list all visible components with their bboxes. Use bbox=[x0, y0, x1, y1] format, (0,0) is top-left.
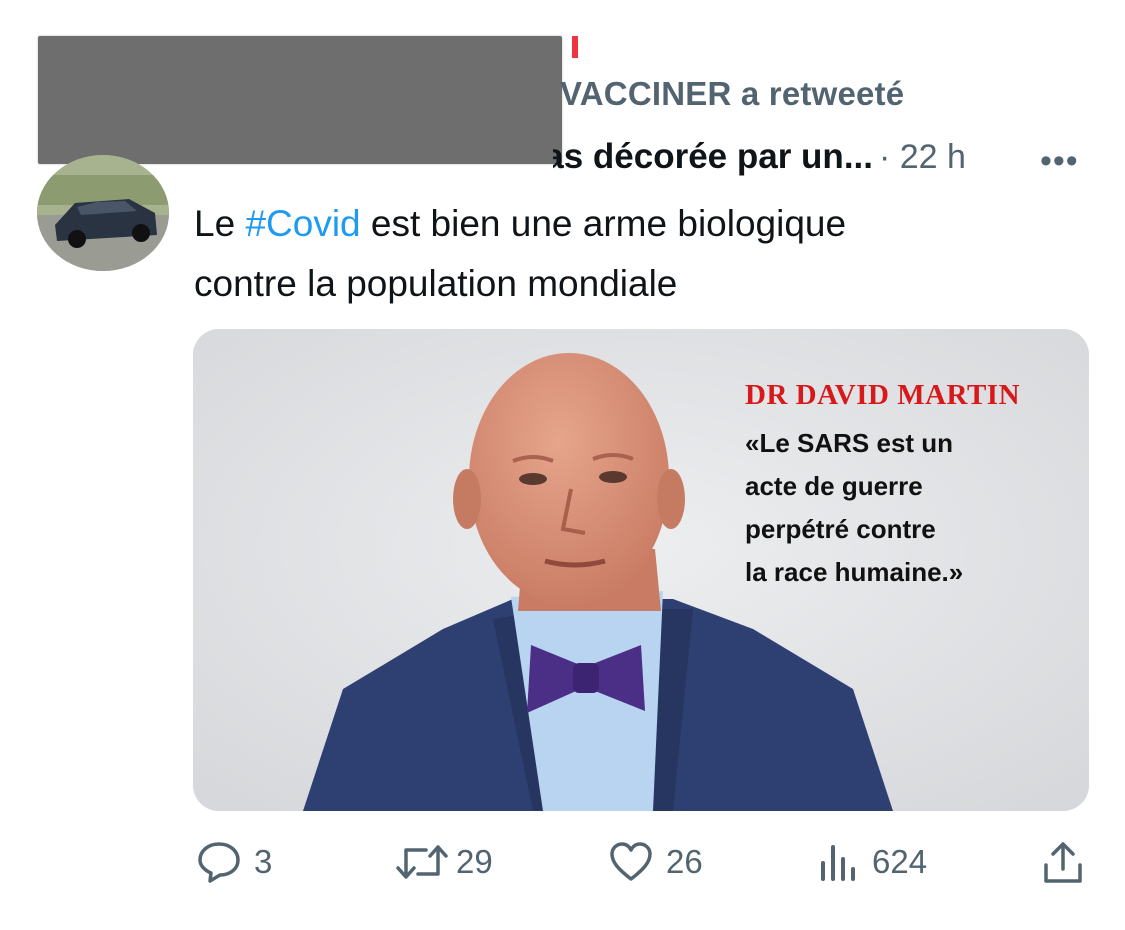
more-options-icon[interactable]: ••• bbox=[1040, 142, 1079, 181]
display-name-text: La vie n'est pas décorée par un... bbox=[553, 137, 873, 176]
retweet-icon bbox=[396, 845, 448, 879]
quote-line: «Le SARS est un bbox=[745, 428, 954, 458]
redaction-box bbox=[38, 36, 562, 164]
tweet-text-line-2: contre la population mondiale bbox=[194, 263, 678, 304]
reply-button[interactable]: 3 bbox=[196, 830, 272, 894]
heart-icon bbox=[610, 842, 652, 881]
retweet-button[interactable]: 29 bbox=[396, 830, 493, 894]
text-prefix: Le bbox=[194, 203, 246, 244]
views-count: 624 bbox=[872, 843, 928, 880]
tweet-action-bar: 3 29 26 624 bbox=[0, 830, 1125, 900]
tweet-header-visible: La vie n'est pas décorée par un... · 22 … bbox=[553, 137, 966, 177]
like-count: 26 bbox=[666, 843, 703, 880]
retweet-count: 29 bbox=[456, 843, 493, 880]
like-button[interactable]: 26 bbox=[608, 830, 703, 894]
caption-quote: «Le SARS est un acte de guerre perpétré … bbox=[745, 422, 1020, 594]
avatar[interactable] bbox=[37, 155, 169, 271]
text-line1-rest: est bien une arme biologique bbox=[360, 203, 847, 244]
avatar-car-photo bbox=[37, 155, 169, 271]
tweet-text-line-1: Le #Covid est bien une arme biologique bbox=[194, 194, 1094, 254]
views-button[interactable]: 624 bbox=[818, 830, 927, 894]
quote-line: perpétré contre bbox=[745, 514, 936, 544]
reply-count: 3 bbox=[254, 843, 273, 880]
quote-line: la race humaine.» bbox=[745, 557, 964, 587]
tweet-timestamp[interactable]: · 22 h bbox=[879, 138, 966, 177]
reply-icon bbox=[198, 842, 240, 883]
share-icon bbox=[1044, 842, 1082, 883]
tweet-media-image[interactable]: DR DAVID MARTIN «Le SARS est un acte de … bbox=[193, 329, 1089, 811]
hashtag-link[interactable]: #Covid bbox=[245, 203, 360, 244]
caption-name: DR DAVID MARTIN bbox=[745, 379, 1021, 411]
display-name-visible[interactable]: La vie n'est pas décorée par un... bbox=[553, 137, 873, 177]
retweet-indicator[interactable]: VACCINER a retweeté bbox=[560, 75, 904, 113]
views-chart-icon bbox=[821, 845, 855, 881]
image-caption: DR DAVID MARTIN «Le SARS est un acte de … bbox=[745, 379, 1020, 594]
tweet-text: Le #Covid est bien une arme biologique c… bbox=[194, 194, 1094, 314]
quote-line: acte de guerre bbox=[745, 471, 923, 501]
share-button[interactable] bbox=[1042, 830, 1084, 894]
flag-emoji-fragment bbox=[566, 36, 586, 58]
